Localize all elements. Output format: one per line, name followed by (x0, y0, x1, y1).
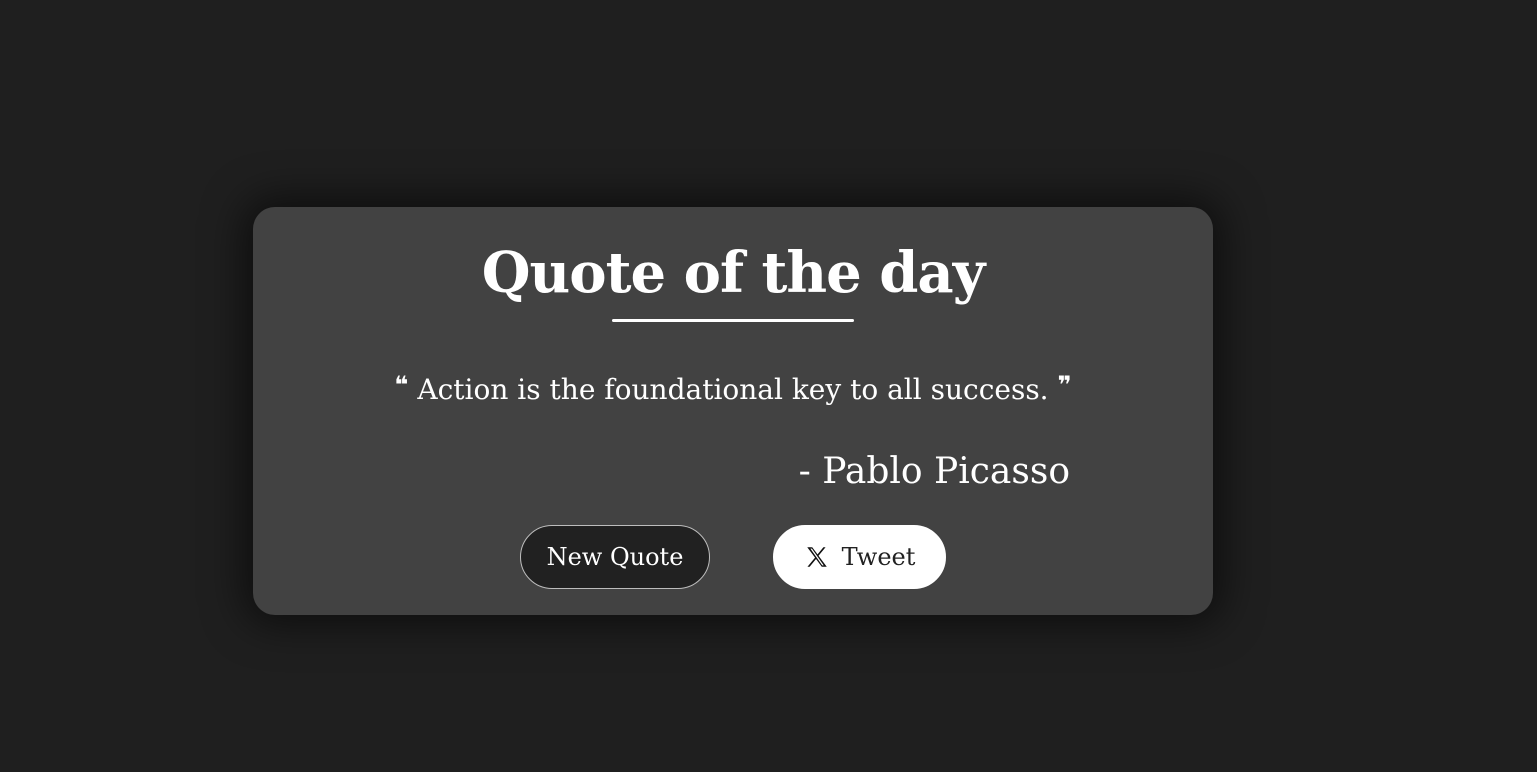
quote-text: Action is the foundational key to all su… (417, 373, 1049, 406)
page-title: Quote of the day (481, 240, 985, 306)
quote-text-block: ❝ Action is the foundational key to all … (253, 371, 1213, 410)
tweet-button[interactable]: Tweet (773, 525, 946, 589)
new-quote-button[interactable]: New Quote (520, 525, 710, 589)
close-quote-icon: ❞ (1057, 371, 1072, 399)
open-quote-icon: ❝ (394, 371, 409, 399)
page: Quote of the day ❝ Action is the foundat… (0, 0, 1537, 772)
quote-card: Quote of the day ❝ Action is the foundat… (253, 207, 1213, 615)
title-underline (612, 319, 854, 322)
tweet-label: Tweet (841, 543, 916, 571)
new-quote-label: New Quote (546, 543, 684, 571)
x-logo-icon (804, 544, 830, 570)
quote-author: - Pablo Picasso (798, 451, 1070, 492)
